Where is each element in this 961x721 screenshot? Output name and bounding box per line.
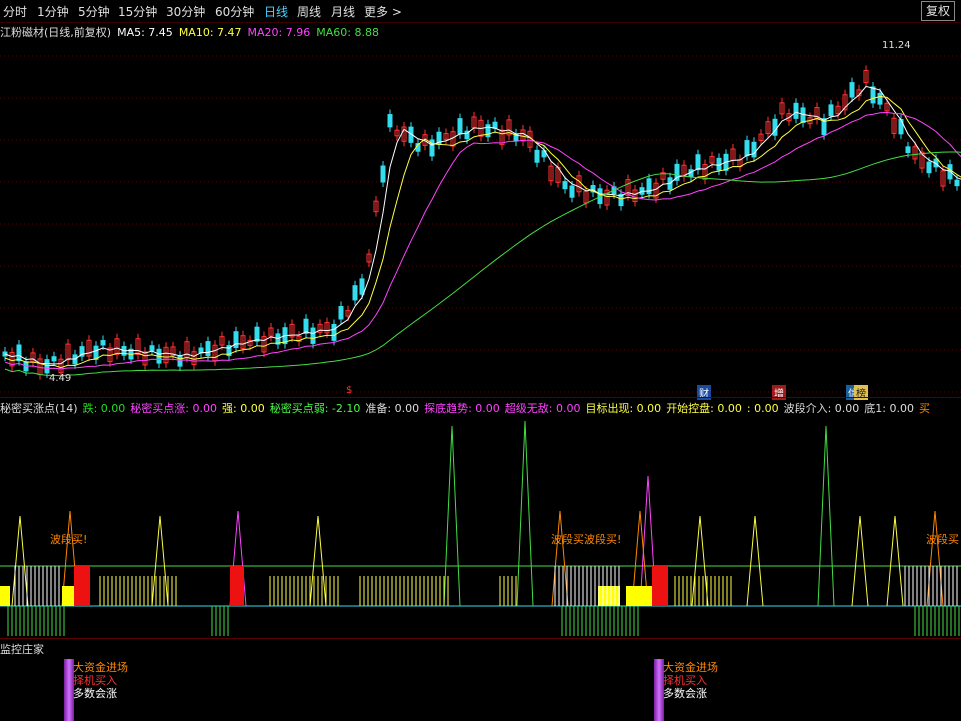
tab-period-5[interactable]: 60分钟 [215, 3, 254, 20]
indicator-legend-item: 底1: 0.00 [864, 402, 914, 415]
candle-body [93, 345, 99, 360]
candle-body [954, 179, 960, 187]
candle-body [877, 92, 883, 105]
candle-body [793, 102, 799, 119]
candle-body [569, 185, 575, 198]
candle-body [562, 181, 568, 190]
candle-body [149, 345, 155, 351]
wave-buy-label-3: 波段买 [926, 533, 959, 546]
indicator-legend-item: 秘密买涨点(14) [0, 402, 78, 415]
indicator-legend-item: 秘密买点涨: 0.00 [130, 402, 217, 415]
kline-chart[interactable] [0, 36, 961, 396]
candle-body [198, 347, 204, 354]
monitor-item-rise: 多数会涨 [73, 687, 117, 700]
candle-body [387, 114, 393, 128]
tab-period-0[interactable]: 分时 [3, 3, 27, 20]
signal-spike [516, 420, 534, 607]
candle-body [359, 278, 365, 295]
indicator-chart[interactable] [0, 416, 961, 638]
event-marker-dividend[interactable]: $ [344, 385, 354, 396]
ma20-line [4, 112, 961, 370]
yellow-block [598, 586, 620, 606]
indicator-legend-item: 买 [919, 402, 930, 415]
signal-spike [746, 515, 764, 607]
indicator-legend-item: 目标出现: 0.00 [585, 402, 662, 415]
panel-divider-1 [0, 397, 961, 398]
panel-divider-2 [0, 638, 961, 639]
signal-spike [886, 515, 904, 607]
signal-spike [817, 425, 835, 607]
candle-body [177, 355, 183, 367]
candle-body [870, 86, 876, 104]
ma60-line [4, 151, 961, 377]
indicator-legend-item: 秘密买点弱: -2.10 [269, 402, 361, 415]
candle-body [926, 161, 932, 174]
candle-body [800, 107, 806, 123]
candle-body [100, 340, 106, 346]
tab-period-1[interactable]: 1分钟 [37, 3, 69, 20]
monitor-title: 监控庄家 [0, 643, 44, 656]
candle-body [303, 318, 309, 334]
candle-body [254, 326, 260, 342]
tab-period-6[interactable]: 日线 [264, 3, 288, 20]
ma10-line [4, 96, 961, 369]
candle-body [828, 104, 834, 117]
candle-body [310, 327, 316, 344]
candle-body [695, 154, 701, 171]
indicator-legend-item: 准备: 0.00 [365, 402, 420, 415]
indicator-legend-item: 强: 0.00 [222, 402, 265, 415]
signal-spike [11, 515, 29, 607]
indicator-legend-item: 探底趋势: 0.00 [424, 402, 500, 415]
candle-body [16, 344, 22, 362]
indicator-legend-item: 波段介入: 0.00 [783, 402, 860, 415]
signal-spike [551, 510, 569, 607]
candle-body [534, 149, 540, 163]
fuquan-button[interactable]: 复权 [921, 1, 955, 21]
candle-body [338, 306, 344, 320]
candle-body [849, 82, 855, 98]
monitor-item-rise-2: 多数会涨 [663, 687, 707, 700]
candle-body [205, 341, 211, 356]
tab-period-2[interactable]: 5分钟 [78, 3, 110, 20]
candle-body [51, 356, 57, 362]
indicator-legend-item: 超级无敌: 0.00 [504, 402, 581, 415]
candle-body [457, 118, 463, 135]
indicator-legend-item: 开始控盘: 0.00 [666, 402, 742, 415]
price-low-label: 4.49 [49, 373, 72, 384]
tab-period-4[interactable]: 30分钟 [166, 3, 205, 20]
tab-period-3[interactable]: 15分钟 [118, 3, 157, 20]
candle-body [44, 359, 50, 374]
tab-period-8[interactable]: 月线 [331, 3, 355, 20]
indicator-legend: 秘密买涨点(14) 跌: 0.00 秘密买点涨: 0.00 强: 0.00 秘密买点弱:… [0, 400, 935, 416]
signal-spike [851, 515, 869, 607]
indicator-legend-item: 跌: 0.00 [82, 402, 126, 415]
tab-period-7[interactable]: 周线 [297, 3, 321, 20]
wave-buy-label-1: 波段买! [50, 533, 88, 546]
red-block [230, 566, 244, 606]
candle-body [331, 323, 337, 341]
signal-spike [443, 425, 461, 607]
candle-body [233, 331, 239, 349]
candle-body [352, 285, 358, 301]
candle-body [744, 140, 750, 157]
candle-body [751, 141, 757, 158]
signal-spike [691, 515, 709, 607]
price-high-label: 11.24 [882, 40, 911, 51]
red-block [74, 566, 90, 606]
candle-body [905, 146, 911, 154]
candle-body [380, 165, 386, 183]
candle-body [492, 121, 498, 129]
ma5-line [4, 85, 961, 365]
tab-period-9[interactable]: 更多 > [364, 3, 402, 20]
period-toolbar: 分时 1分钟 5分钟 15分钟 30分钟 60分钟 日线 周线 月线 更多 > 复权 [0, 0, 961, 23]
yellow-block [0, 586, 10, 606]
indicator-legend-item: : 0.00 [746, 402, 779, 415]
wave-buy-label-2: 波段买波段买! [551, 533, 622, 546]
red-block [652, 566, 668, 606]
